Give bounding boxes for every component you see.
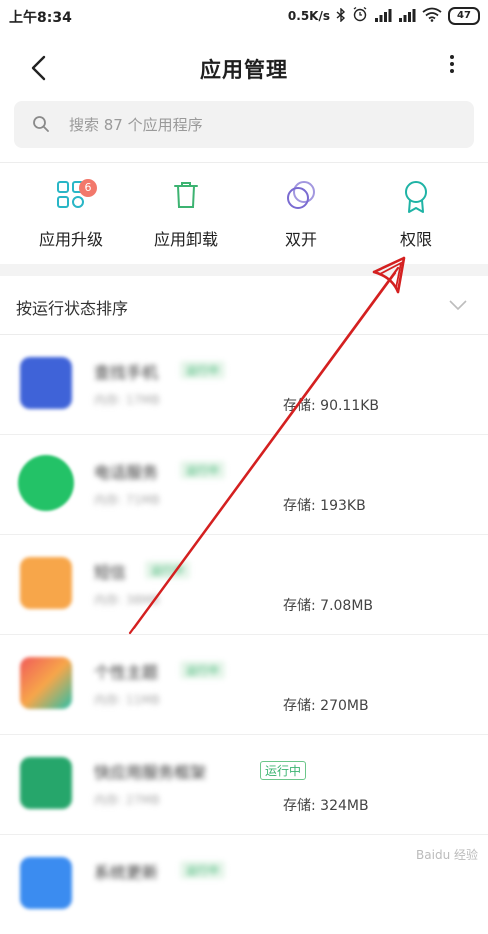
app-storage: 存储: 90.11KB [283,398,380,414]
app-icon [20,757,72,809]
app-icon [18,455,74,511]
app-memory: 内存: 11MB [94,693,160,707]
net-speed: 0.5K/s [287,9,330,23]
tool-dual-apps[interactable]: 双开 [241,180,361,250]
app-row[interactable]: 查找手机 运行中 内存: 17MB 存储: 90.11KB [0,335,488,435]
app-memory: 内存: 38MB [94,593,160,607]
page-title: 应用管理 [200,58,288,82]
app-icon [20,557,72,609]
app-name: 查找手机 [94,363,159,382]
tool-label: 应用卸载 [153,230,218,249]
divider [0,162,488,163]
tools-row: 6 应用升级 应用卸载 双开 权限 [0,179,488,250]
app-row[interactable]: 快应用服务框架 运行中 内存: 27MB 存储: 324MB [0,735,488,835]
tool-permissions[interactable]: 权限 [356,180,476,250]
ribbon-icon [405,181,427,213]
search-bar[interactable] [14,101,474,148]
search-icon [32,115,50,137]
status-icons: 0.5K/s 47 [288,6,480,26]
section-separator [0,264,488,276]
status-time: 上午8:34 [9,10,72,26]
app-name: 个性主题 [94,663,159,682]
running-tag: 运行中 [180,361,225,379]
running-tag: 运行中 [180,461,225,479]
app-row[interactable]: 短信 运行中 内存: 38MB 存储: 7.08MB [0,535,488,635]
sort-label: 按运行状态排序 [16,299,129,318]
chevron-down-icon [448,296,468,315]
app-name: 快应用服务框架 [94,763,207,782]
alarm-icon [352,6,368,26]
app-name: 系统更新 [94,863,159,882]
app-header: 应用管理 [0,36,488,96]
app-storage: 存储: 193KB [283,498,366,514]
app-icon [20,357,72,409]
update-count-badge: 6 [79,179,97,197]
more-vertical-icon [450,55,454,59]
app-storage: 存储: 7.08MB [283,598,374,614]
app-row[interactable]: 系统更新 运行中 [0,835,488,934]
tool-label: 权限 [399,230,432,249]
app-icon [20,657,72,709]
app-list: 查找手机 运行中 内存: 17MB 存储: 90.11KB 电话服务 运行中 内… [0,335,488,934]
app-storage: 存储: 270MB [283,698,369,714]
running-tag: 运行中 [260,761,307,780]
signal-icon-2 [398,7,416,26]
app-row[interactable]: 个性主题 运行中 内存: 11MB 存储: 270MB [0,635,488,735]
running-tag: 运行中 [180,861,225,879]
running-tag: 运行中 [180,661,225,679]
sort-selector[interactable]: 按运行状态排序 [0,276,488,335]
signal-icon [374,7,392,26]
app-row[interactable]: 电话服务 运行中 内存: 71MB 存储: 193KB [0,435,488,535]
app-icon [20,857,72,909]
app-memory: 内存: 71MB [94,493,160,507]
bluetooth-icon [336,6,346,26]
tool-label: 应用升级 [38,230,103,249]
dual-circle-icon [287,181,315,209]
app-name: 电话服务 [94,463,159,482]
app-name: 短信 [94,563,127,582]
tool-app-upgrade[interactable]: 6 应用升级 [11,179,131,250]
search-input[interactable] [69,101,459,148]
tool-label: 双开 [284,230,317,249]
trash-icon [174,182,198,208]
status-bar: 上午8:34 0.5K/s 47 [0,0,488,32]
wifi-icon [422,7,442,26]
battery-icon: 47 [448,7,480,25]
running-tag: 运行中 [145,561,190,579]
watermark: Baidu 经验 [416,848,478,862]
more-button[interactable] [442,52,462,84]
app-storage: 存储: 324MB [283,798,369,814]
tool-app-uninstall[interactable]: 应用卸载 [126,180,246,250]
app-memory: 内存: 27MB [94,793,160,807]
app-memory: 内存: 17MB [94,393,160,407]
